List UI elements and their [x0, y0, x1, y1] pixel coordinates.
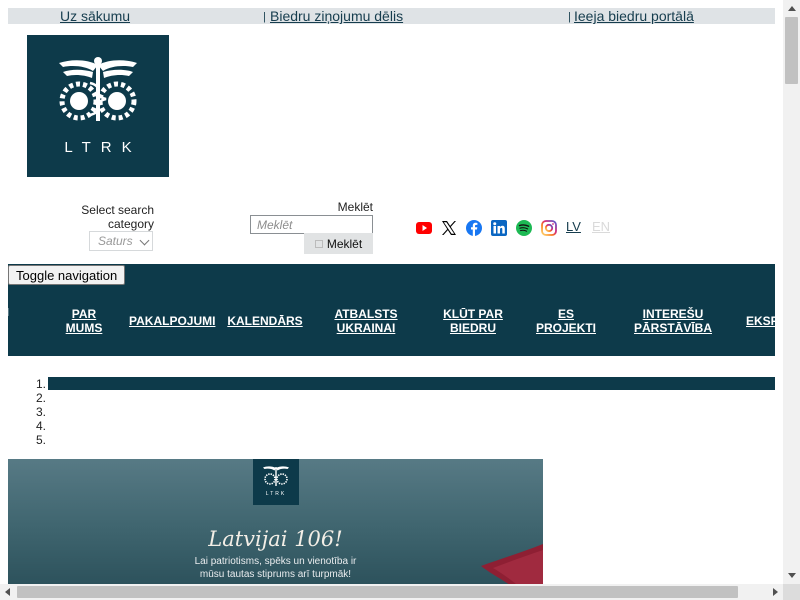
- search-category-value: Saturs: [98, 234, 133, 248]
- language-en[interactable]: EN: [592, 219, 610, 234]
- nav-item-eksp[interactable]: EKSP: [746, 314, 775, 328]
- search-button-label: Meklēt: [326, 236, 363, 251]
- search-button[interactable]: Meklēt: [304, 233, 373, 254]
- separator: |: [568, 11, 571, 23]
- horizontal-scroll-thumb[interactable]: [17, 586, 738, 598]
- member-board-link[interactable]: Biedru ziņojumu dēlis: [270, 8, 403, 24]
- nav-divider: [8, 308, 9, 316]
- home-link[interactable]: Uz sākumu: [60, 8, 130, 24]
- scrollbar-corner: [783, 584, 800, 600]
- nav-item-interesu-parstaviba[interactable]: INTEREŠU PĀRSTĀVĪBA: [630, 307, 716, 335]
- top-bar: Uz sākumu | Biedru ziņojumu dēlis | Ieej…: [8, 8, 775, 24]
- logo-text: LTRK: [64, 139, 142, 156]
- scroll-right-icon[interactable]: [773, 588, 778, 596]
- horizontal-scrollbar[interactable]: [0, 584, 783, 600]
- scroll-up-icon[interactable]: [788, 6, 796, 11]
- chevron-down-icon: [139, 235, 150, 246]
- nav-item-es-projekti[interactable]: ES PROJEKTI: [532, 307, 600, 335]
- ltrk-logo[interactable]: LTRK: [27, 35, 169, 177]
- carousel-indicator[interactable]: 2.: [34, 391, 46, 405]
- carousel-banner[interactable]: LTRK Latvijai 106! Lai patriotisms, spēk…: [8, 459, 543, 584]
- search-category-label: Select search category: [81, 203, 154, 231]
- carousel-indicator[interactable]: 1.: [34, 377, 46, 391]
- nav-item-atbalsts-ukrainai[interactable]: ATBALSTS UKRAINAI: [332, 307, 400, 335]
- nav-item-pakalpojumi[interactable]: PAKALPOJUMI: [129, 314, 215, 328]
- carousel-indicator-active[interactable]: [48, 377, 775, 390]
- toggle-navigation-button[interactable]: Toggle navigation: [8, 265, 126, 285]
- spotify-icon[interactable]: [516, 220, 532, 236]
- banner-logo: LTRK: [253, 459, 299, 505]
- member-portal-link[interactable]: Ieeja biedru portālā: [574, 8, 694, 24]
- search-category-select[interactable]: Saturs: [89, 231, 153, 251]
- x-icon[interactable]: [441, 220, 457, 236]
- language-lv[interactable]: LV: [566, 219, 581, 234]
- carousel-indicator[interactable]: 5.: [34, 433, 46, 447]
- facebook-icon[interactable]: [466, 220, 482, 236]
- carousel-indicator[interactable]: 3.: [34, 405, 46, 419]
- vertical-scroll-thumb[interactable]: [785, 17, 798, 84]
- scroll-down-icon[interactable]: [788, 573, 796, 578]
- page: Uz sākumu | Biedru ziņojumu dēlis | Ieej…: [8, 0, 775, 584]
- nav-item-klut-par-biedru[interactable]: KLŪT PAR BIEDRU: [438, 307, 508, 335]
- flag-ribbon: [481, 544, 543, 584]
- banner-logo-text: LTRK: [265, 491, 287, 497]
- carousel-indicator[interactable]: 4.: [34, 419, 46, 433]
- search-icon: [314, 240, 323, 249]
- search-label: Meklēt: [337, 200, 373, 214]
- separator: |: [263, 11, 266, 23]
- nav-item-kalendars[interactable]: KALENDĀRS: [227, 314, 303, 328]
- vertical-scrollbar[interactable]: [783, 0, 800, 584]
- youtube-icon[interactable]: [416, 220, 432, 236]
- instagram-icon[interactable]: [541, 220, 557, 236]
- search-input[interactable]: [250, 215, 373, 234]
- scroll-left-icon[interactable]: [5, 588, 10, 596]
- emblem-icon: [263, 466, 289, 486]
- nav-item-par-mums[interactable]: PAR MUMS: [64, 307, 104, 335]
- linkedin-icon[interactable]: [491, 220, 507, 236]
